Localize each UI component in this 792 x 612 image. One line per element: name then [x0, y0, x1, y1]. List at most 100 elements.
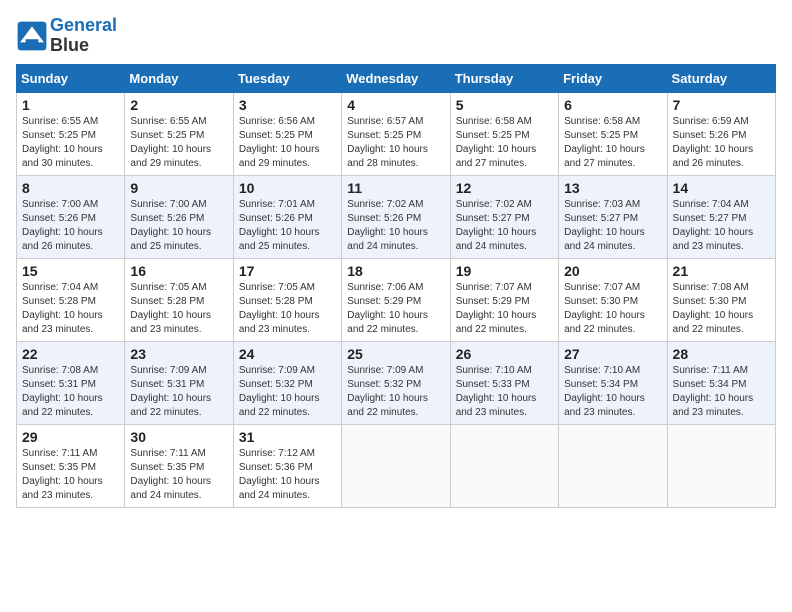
calendar-cell: 24 Sunrise: 7:09 AM Sunset: 5:32 PM Dayl… [233, 341, 341, 424]
day-number: 9 [130, 180, 227, 196]
day-info: Sunrise: 7:08 AM Sunset: 5:30 PM Dayligh… [673, 281, 770, 337]
calendar-cell [559, 424, 667, 507]
weekday-header-thursday: Thursday [450, 64, 558, 92]
calendar-cell: 4 Sunrise: 6:57 AM Sunset: 5:25 PM Dayli… [342, 92, 450, 175]
weekday-header-tuesday: Tuesday [233, 64, 341, 92]
calendar-cell: 2 Sunrise: 6:55 AM Sunset: 5:25 PM Dayli… [125, 92, 233, 175]
calendar-cell: 20 Sunrise: 7:07 AM Sunset: 5:30 PM Dayl… [559, 258, 667, 341]
day-number: 17 [239, 263, 336, 279]
day-info: Sunrise: 7:06 AM Sunset: 5:29 PM Dayligh… [347, 281, 444, 337]
calendar-cell: 31 Sunrise: 7:12 AM Sunset: 5:36 PM Dayl… [233, 424, 341, 507]
day-number: 29 [22, 429, 119, 445]
day-number: 12 [456, 180, 553, 196]
day-number: 8 [22, 180, 119, 196]
calendar-cell [450, 424, 558, 507]
day-info: Sunrise: 7:02 AM Sunset: 5:26 PM Dayligh… [347, 198, 444, 254]
calendar-cell: 18 Sunrise: 7:06 AM Sunset: 5:29 PM Dayl… [342, 258, 450, 341]
day-number: 7 [673, 97, 770, 113]
calendar-cell: 3 Sunrise: 6:56 AM Sunset: 5:25 PM Dayli… [233, 92, 341, 175]
day-info: Sunrise: 6:55 AM Sunset: 5:25 PM Dayligh… [22, 115, 119, 171]
calendar-cell: 25 Sunrise: 7:09 AM Sunset: 5:32 PM Dayl… [342, 341, 450, 424]
calendar-cell: 11 Sunrise: 7:02 AM Sunset: 5:26 PM Dayl… [342, 175, 450, 258]
day-number: 22 [22, 346, 119, 362]
calendar-cell: 8 Sunrise: 7:00 AM Sunset: 5:26 PM Dayli… [17, 175, 125, 258]
day-info: Sunrise: 7:04 AM Sunset: 5:27 PM Dayligh… [673, 198, 770, 254]
day-info: Sunrise: 7:00 AM Sunset: 5:26 PM Dayligh… [130, 198, 227, 254]
calendar-week-4: 22 Sunrise: 7:08 AM Sunset: 5:31 PM Dayl… [17, 341, 776, 424]
day-info: Sunrise: 7:09 AM Sunset: 5:32 PM Dayligh… [347, 364, 444, 420]
day-number: 28 [673, 346, 770, 362]
day-info: Sunrise: 6:57 AM Sunset: 5:25 PM Dayligh… [347, 115, 444, 171]
weekday-header-sunday: Sunday [17, 64, 125, 92]
day-info: Sunrise: 7:09 AM Sunset: 5:31 PM Dayligh… [130, 364, 227, 420]
logo-icon [16, 20, 48, 52]
calendar-cell: 17 Sunrise: 7:05 AM Sunset: 5:28 PM Dayl… [233, 258, 341, 341]
day-info: Sunrise: 7:05 AM Sunset: 5:28 PM Dayligh… [130, 281, 227, 337]
calendar-cell: 19 Sunrise: 7:07 AM Sunset: 5:29 PM Dayl… [450, 258, 558, 341]
calendar-cell: 12 Sunrise: 7:02 AM Sunset: 5:27 PM Dayl… [450, 175, 558, 258]
calendar-week-5: 29 Sunrise: 7:11 AM Sunset: 5:35 PM Dayl… [17, 424, 776, 507]
weekday-header-saturday: Saturday [667, 64, 775, 92]
calendar-cell: 6 Sunrise: 6:58 AM Sunset: 5:25 PM Dayli… [559, 92, 667, 175]
day-number: 4 [347, 97, 444, 113]
day-number: 14 [673, 180, 770, 196]
logo-text: GeneralBlue [50, 16, 117, 56]
day-number: 31 [239, 429, 336, 445]
calendar-cell: 21 Sunrise: 7:08 AM Sunset: 5:30 PM Dayl… [667, 258, 775, 341]
day-info: Sunrise: 6:58 AM Sunset: 5:25 PM Dayligh… [456, 115, 553, 171]
day-info: Sunrise: 7:11 AM Sunset: 5:35 PM Dayligh… [22, 447, 119, 503]
day-number: 1 [22, 97, 119, 113]
day-number: 19 [456, 263, 553, 279]
calendar-cell: 1 Sunrise: 6:55 AM Sunset: 5:25 PM Dayli… [17, 92, 125, 175]
day-info: Sunrise: 7:07 AM Sunset: 5:30 PM Dayligh… [564, 281, 661, 337]
calendar-cell: 9 Sunrise: 7:00 AM Sunset: 5:26 PM Dayli… [125, 175, 233, 258]
day-number: 16 [130, 263, 227, 279]
day-info: Sunrise: 7:10 AM Sunset: 5:33 PM Dayligh… [456, 364, 553, 420]
calendar-cell: 30 Sunrise: 7:11 AM Sunset: 5:35 PM Dayl… [125, 424, 233, 507]
day-info: Sunrise: 7:02 AM Sunset: 5:27 PM Dayligh… [456, 198, 553, 254]
calendar-cell: 7 Sunrise: 6:59 AM Sunset: 5:26 PM Dayli… [667, 92, 775, 175]
weekday-header-friday: Friday [559, 64, 667, 92]
day-number: 13 [564, 180, 661, 196]
day-info: Sunrise: 7:11 AM Sunset: 5:34 PM Dayligh… [673, 364, 770, 420]
calendar-cell: 29 Sunrise: 7:11 AM Sunset: 5:35 PM Dayl… [17, 424, 125, 507]
day-number: 26 [456, 346, 553, 362]
day-number: 6 [564, 97, 661, 113]
calendar-week-1: 1 Sunrise: 6:55 AM Sunset: 5:25 PM Dayli… [17, 92, 776, 175]
calendar-cell: 13 Sunrise: 7:03 AM Sunset: 5:27 PM Dayl… [559, 175, 667, 258]
day-number: 30 [130, 429, 227, 445]
day-info: Sunrise: 7:09 AM Sunset: 5:32 PM Dayligh… [239, 364, 336, 420]
day-number: 10 [239, 180, 336, 196]
day-info: Sunrise: 6:58 AM Sunset: 5:25 PM Dayligh… [564, 115, 661, 171]
logo: GeneralBlue [16, 16, 117, 56]
day-info: Sunrise: 7:11 AM Sunset: 5:35 PM Dayligh… [130, 447, 227, 503]
day-info: Sunrise: 7:04 AM Sunset: 5:28 PM Dayligh… [22, 281, 119, 337]
day-number: 20 [564, 263, 661, 279]
page-header: GeneralBlue [16, 16, 776, 56]
day-info: Sunrise: 7:07 AM Sunset: 5:29 PM Dayligh… [456, 281, 553, 337]
calendar-cell: 16 Sunrise: 7:05 AM Sunset: 5:28 PM Dayl… [125, 258, 233, 341]
calendar-cell: 26 Sunrise: 7:10 AM Sunset: 5:33 PM Dayl… [450, 341, 558, 424]
day-info: Sunrise: 7:05 AM Sunset: 5:28 PM Dayligh… [239, 281, 336, 337]
calendar-cell: 10 Sunrise: 7:01 AM Sunset: 5:26 PM Dayl… [233, 175, 341, 258]
day-number: 21 [673, 263, 770, 279]
day-info: Sunrise: 6:59 AM Sunset: 5:26 PM Dayligh… [673, 115, 770, 171]
calendar-cell: 27 Sunrise: 7:10 AM Sunset: 5:34 PM Dayl… [559, 341, 667, 424]
day-number: 24 [239, 346, 336, 362]
day-info: Sunrise: 7:12 AM Sunset: 5:36 PM Dayligh… [239, 447, 336, 503]
day-number: 27 [564, 346, 661, 362]
day-info: Sunrise: 7:00 AM Sunset: 5:26 PM Dayligh… [22, 198, 119, 254]
day-number: 23 [130, 346, 227, 362]
calendar-cell: 5 Sunrise: 6:58 AM Sunset: 5:25 PM Dayli… [450, 92, 558, 175]
day-number: 2 [130, 97, 227, 113]
day-info: Sunrise: 6:55 AM Sunset: 5:25 PM Dayligh… [130, 115, 227, 171]
weekday-header-monday: Monday [125, 64, 233, 92]
day-info: Sunrise: 7:03 AM Sunset: 5:27 PM Dayligh… [564, 198, 661, 254]
day-number: 11 [347, 180, 444, 196]
day-number: 5 [456, 97, 553, 113]
calendar-cell: 22 Sunrise: 7:08 AM Sunset: 5:31 PM Dayl… [17, 341, 125, 424]
calendar-week-2: 8 Sunrise: 7:00 AM Sunset: 5:26 PM Dayli… [17, 175, 776, 258]
day-number: 25 [347, 346, 444, 362]
day-info: Sunrise: 7:01 AM Sunset: 5:26 PM Dayligh… [239, 198, 336, 254]
day-info: Sunrise: 6:56 AM Sunset: 5:25 PM Dayligh… [239, 115, 336, 171]
